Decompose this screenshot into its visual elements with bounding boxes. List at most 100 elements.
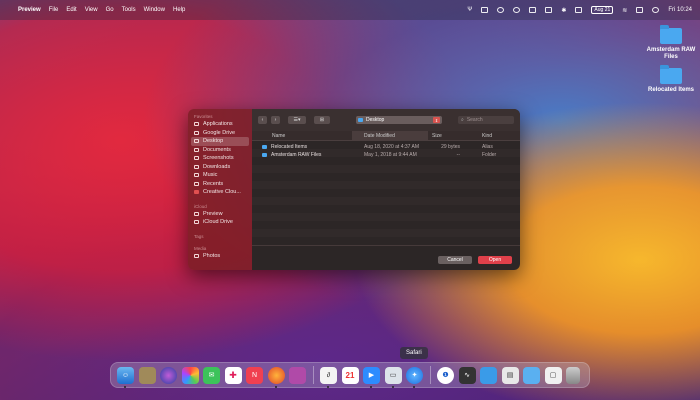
column-header-date-modified[interactable]: Date Modified [352, 131, 428, 140]
sidebar-item-desktop[interactable]: Desktop [191, 137, 249, 146]
file-kind: Folder [482, 152, 497, 158]
sidebar-item-google-drive[interactable]: Google Drive [188, 129, 252, 138]
sidebar-item-documents[interactable]: Documents [188, 146, 252, 155]
file-list: Relocated Items Aug 18, 2020 at 4:37 AM … [252, 141, 520, 246]
cancel-button[interactable]: Cancel [438, 256, 472, 264]
download-icon [194, 164, 199, 169]
menu-tools[interactable]: Tools [122, 7, 136, 13]
creative-cloud-icon [194, 190, 199, 195]
dock: ☺ ✉ ✚ N ∂ 21 ▶ ▭ ✦ ❶ ∿ ▤ ▢ [110, 362, 590, 388]
sidebar-item-applications[interactable]: Applications [188, 120, 252, 129]
folder-icon [660, 65, 682, 84]
tray-display-icon[interactable] [529, 7, 537, 13]
trash-icon[interactable] [566, 366, 580, 384]
sidebar-item-photos[interactable]: Photos [188, 252, 252, 261]
finder-icon[interactable]: ☺ [117, 366, 134, 388]
menu-help[interactable]: Help [173, 7, 185, 13]
notes-app-icon[interactable] [138, 366, 156, 384]
firefox-icon[interactable] [267, 366, 285, 388]
tray-sync-icon[interactable] [513, 7, 521, 13]
safari-icon[interactable]: ✦ [406, 366, 423, 388]
tray-timer-icon[interactable] [497, 7, 505, 13]
signature-app-icon[interactable]: ∂ [320, 366, 337, 388]
tray-bluetooth-icon[interactable]: Ψ [467, 7, 472, 13]
tray-wifi-icon[interactable]: ≋ [622, 7, 627, 14]
sidebar-item-music[interactable]: Music [188, 171, 252, 180]
preview-app-icon[interactable]: ▭ [384, 366, 402, 388]
screenshots-stack-icon[interactable]: ▢ [544, 366, 562, 384]
tray-control-center-icon[interactable] [636, 7, 644, 13]
dialog-footer: Cancel Open [438, 256, 512, 264]
calendar-icon[interactable]: 21 [341, 366, 359, 384]
sidebar-item-label: Applications [203, 121, 233, 128]
location-label: Desktop [366, 117, 385, 123]
sidebar-item-preview[interactable]: Preview [188, 210, 252, 219]
new-folder-button[interactable]: ⊞ [314, 116, 330, 124]
photos-icon[interactable] [181, 366, 199, 384]
column-header-kind[interactable]: Kind [468, 133, 518, 139]
news-icon[interactable]: N [246, 366, 263, 384]
search-input[interactable]: ⌕ Search [458, 116, 514, 124]
column-header-name[interactable]: Name [252, 133, 352, 139]
table-row[interactable]: Relocated Items Aug 18, 2020 at 4:37 AM … [252, 143, 520, 151]
back-button[interactable]: ‹ [258, 116, 267, 124]
menu-app-name[interactable]: Preview [18, 7, 41, 13]
column-header-size[interactable]: Size [428, 133, 468, 139]
onepassword-icon[interactable]: ❶ [437, 366, 454, 384]
zoom-icon[interactable]: ▶ [363, 366, 380, 388]
file-name: Amsterdam RAW Files [271, 152, 322, 158]
dock-separator [312, 366, 314, 384]
messages-icon[interactable]: ✉ [203, 366, 220, 384]
tray-siri-icon[interactable] [652, 7, 660, 13]
location-popup[interactable]: Desktop ⇕ [356, 116, 442, 124]
sidebar-item-recents[interactable]: Recents [188, 180, 252, 189]
podcasts-icon[interactable] [289, 366, 306, 384]
tray-date-chip[interactable]: Aug 21 [591, 6, 614, 14]
menu-edit[interactable]: Edit [66, 7, 76, 13]
table-row[interactable]: Amsterdam RAW Files May 1, 2018 at 9:44 … [252, 151, 520, 159]
sidebar-item-label: Documents [203, 146, 231, 153]
search-icon: ⌕ [461, 117, 464, 123]
forward-button[interactable]: › [271, 116, 280, 124]
file-date: May 1, 2018 at 9:44 AM [364, 152, 417, 158]
folder-icon [358, 118, 363, 122]
siri-icon[interactable] [160, 366, 177, 384]
open-file-dialog: Favorites Applications Google Drive Desk… [188, 109, 520, 270]
sidebar-item-label: Preview [203, 210, 223, 217]
folder-icon [194, 211, 199, 216]
sidebar-item-downloads[interactable]: Downloads [188, 163, 252, 172]
menu-file[interactable]: File [49, 7, 59, 13]
new-folder-icon: ⊞ [319, 117, 325, 123]
menu-go[interactable]: Go [106, 7, 114, 13]
menu-view[interactable]: View [85, 7, 98, 13]
file-list-header: Name Date Modified Size Kind [252, 131, 520, 141]
folder-alias-icon [262, 145, 267, 149]
sidebar-item-screenshots[interactable]: Screenshots [188, 154, 252, 163]
desktop-folder-relocated[interactable]: Relocated Items [641, 65, 700, 94]
sidebar-item-icloud-drive[interactable]: iCloud Drive [188, 218, 252, 227]
sidebar-section-tags: Tags [194, 233, 204, 239]
menu-window[interactable]: Window [144, 7, 165, 13]
view-mode-button[interactable]: ☰▾ [288, 116, 306, 124]
tray-bt-icon[interactable]: ✱ [561, 7, 566, 14]
menu-clock[interactable]: Fri 10:24 [668, 7, 692, 13]
dialog-toolbar: ‹ › ☰▾ ⊞ Desktop ⇕ ⌕ Search [252, 109, 520, 131]
tray-volume-icon[interactable] [575, 7, 583, 13]
music-icon [194, 173, 199, 178]
folder-stack-icon[interactable] [480, 366, 497, 384]
downloads-stack-icon[interactable] [523, 366, 540, 384]
documents-stack-icon[interactable]: ▤ [501, 366, 519, 384]
tray-screen-icon[interactable] [481, 7, 489, 13]
open-button[interactable]: Open [478, 256, 512, 264]
file-size: -- [456, 152, 460, 158]
search-placeholder: Search [466, 117, 483, 123]
tray-battery-icon[interactable] [545, 7, 553, 13]
slack-icon[interactable]: ✚ [224, 366, 242, 384]
desktop-folder-label: Relocated Items [647, 87, 695, 93]
desktop-folder-amsterdam[interactable]: Amsterdam RAW Files [641, 25, 700, 61]
sidebar-item-creative-cloud[interactable]: Creative Clou... [188, 188, 252, 197]
dock-separator [429, 366, 431, 384]
activity-monitor-icon[interactable]: ∿ [458, 366, 476, 384]
sidebar-item-label: Desktop [203, 138, 224, 145]
sidebar-item-label: Creative Clou... [203, 189, 241, 196]
